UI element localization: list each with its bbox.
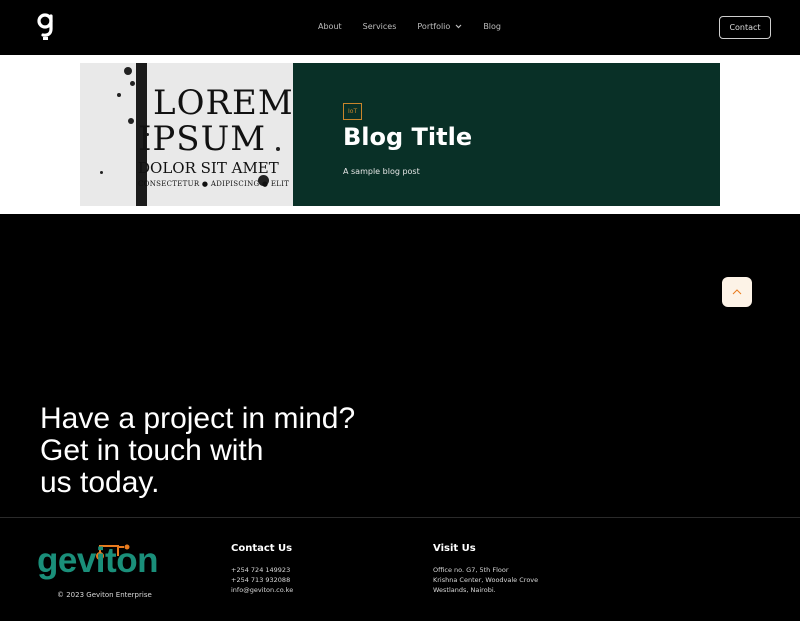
ink-splatter bbox=[124, 67, 132, 75]
image-text-line3: DOLOR SIT AMET bbox=[138, 159, 279, 177]
image-text-line2: IPSUM bbox=[138, 119, 267, 159]
top-navbar: About Services Portfolio Blog Contact bbox=[0, 0, 800, 55]
category-tag[interactable]: IoT bbox=[343, 103, 363, 120]
cta-line3: us today. bbox=[40, 466, 160, 499]
cta-heading: Have a project in mind? Get in touch wit… bbox=[40, 403, 355, 499]
nav-link-blog-label: Blog bbox=[483, 22, 501, 31]
blog-title[interactable]: Blog Title bbox=[343, 123, 472, 151]
address-line-1: Office no. G7, 5th Floor bbox=[433, 566, 509, 574]
scroll-to-top-button[interactable] bbox=[722, 277, 752, 307]
blog-subtitle: A sample blog post bbox=[343, 167, 420, 176]
blog-card-image: LOREM IPSUM DOLOR SIT AMET CONSECTETUR ●… bbox=[80, 63, 293, 206]
nav-links: About Services Portfolio Blog bbox=[318, 22, 522, 31]
copyright-text: © 2023 Geviton Enterprise bbox=[57, 591, 152, 599]
chevron-up-icon bbox=[732, 289, 742, 295]
blog-card-body: IoT Blog Title A sample blog post bbox=[293, 63, 720, 206]
ink-splatter bbox=[276, 147, 280, 151]
nav-link-services-label: Services bbox=[362, 22, 397, 31]
visit-us-heading: Visit Us bbox=[433, 543, 476, 554]
nav-link-blog[interactable]: Blog bbox=[483, 22, 501, 31]
cta-line2: Get in touch with bbox=[40, 434, 264, 467]
image-text-line4: CONSECTETUR ● ADIPISCING ● ELIT bbox=[138, 180, 290, 188]
geviton-g-logo-icon[interactable] bbox=[37, 13, 55, 41]
nav-link-portfolio-label: Portfolio bbox=[417, 22, 451, 31]
blog-card[interactable]: LOREM IPSUM DOLOR SIT AMET CONSECTETUR ●… bbox=[80, 63, 720, 206]
contact-phone-1[interactable]: +254 724 149923 bbox=[231, 566, 290, 574]
ink-splatter bbox=[117, 93, 121, 97]
footer-brand-logo[interactable]: geviton bbox=[37, 541, 158, 581]
image-text-line1: LOREM bbox=[153, 83, 293, 123]
chevron-down-icon bbox=[455, 24, 462, 29]
nav-link-about[interactable]: About bbox=[318, 22, 342, 31]
nav-link-about-label: About bbox=[318, 22, 342, 31]
nav-link-services[interactable]: Services bbox=[363, 22, 397, 31]
ink-splatter bbox=[130, 81, 135, 86]
contact-phone-2[interactable]: +254 713 932088 bbox=[231, 576, 290, 584]
address-line-2: Krishna Center, Woodvale Crove bbox=[433, 576, 539, 584]
contact-button[interactable]: Contact bbox=[719, 16, 771, 39]
address-line-3: Westlands, Nairobi. bbox=[433, 586, 496, 594]
ink-splatter bbox=[100, 171, 103, 174]
ink-splatter bbox=[128, 118, 134, 124]
cta-line1: Have a project in mind? bbox=[40, 402, 356, 435]
contact-us-heading: Contact Us bbox=[231, 543, 293, 554]
footer-divider bbox=[0, 517, 800, 518]
contact-email[interactable]: info@geviton.co.ke bbox=[231, 586, 293, 594]
nav-link-portfolio[interactable]: Portfolio bbox=[417, 22, 462, 31]
